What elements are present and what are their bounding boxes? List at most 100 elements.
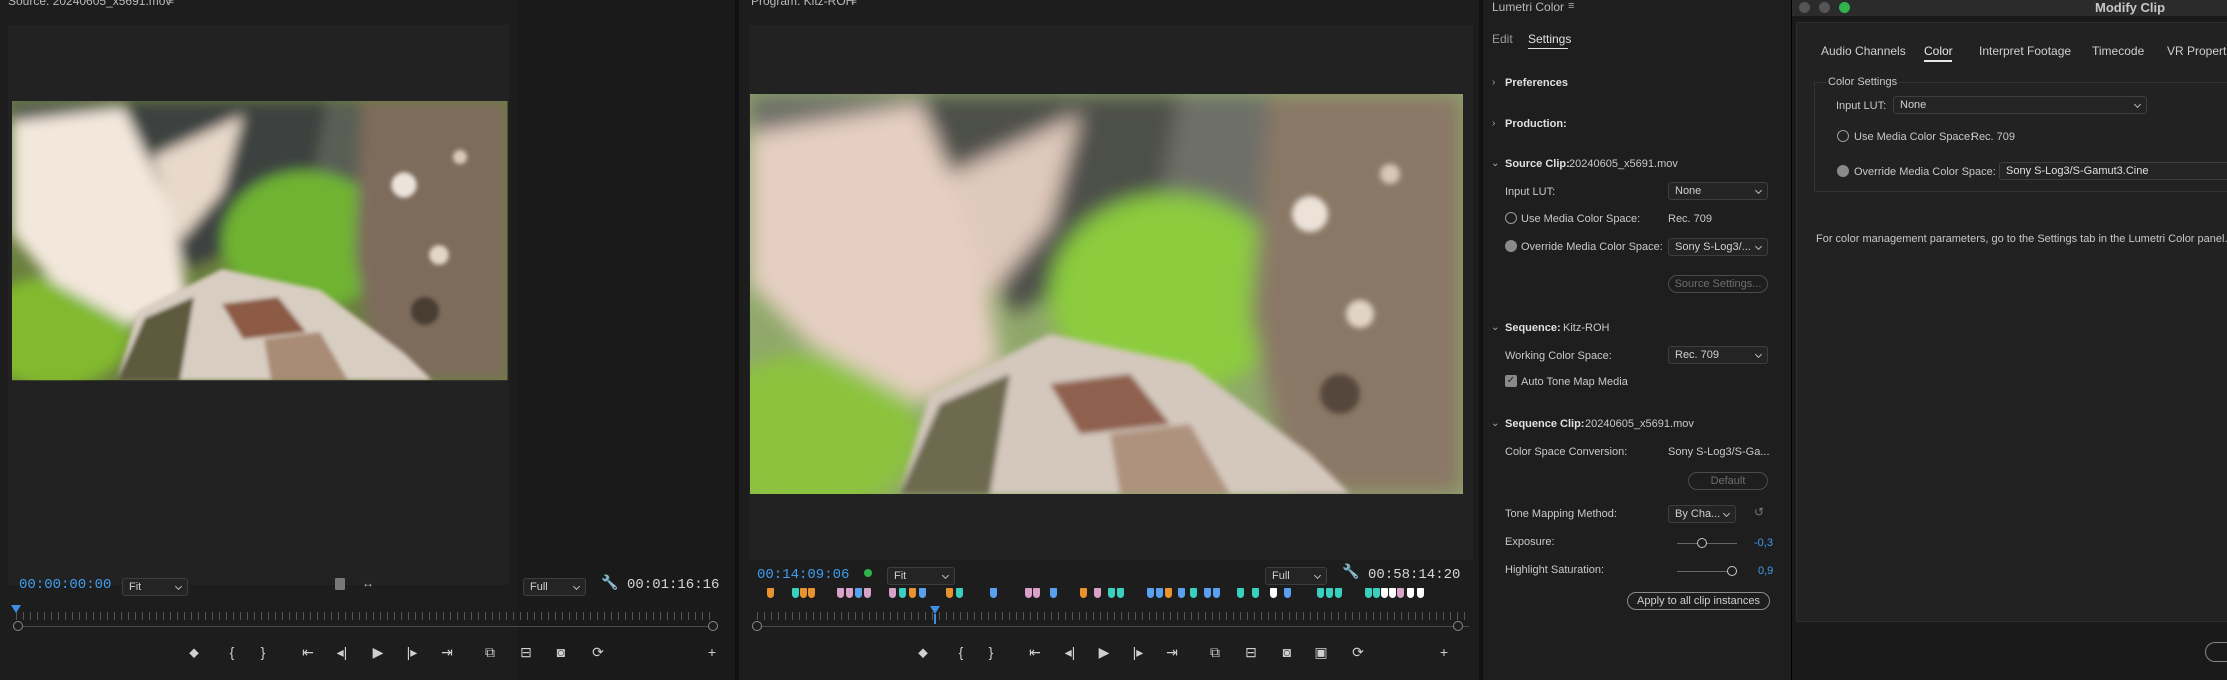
mc-override-cs-radio[interactable] (1837, 165, 1849, 177)
marker[interactable] (1213, 588, 1220, 598)
insert-icon[interactable]: ⧉ (481, 645, 499, 659)
marker[interactable] (919, 588, 926, 598)
play-icon[interactable]: ▶ (1095, 645, 1113, 659)
marker[interactable] (1050, 588, 1057, 598)
marker[interactable] (1033, 588, 1040, 598)
program-video-frame[interactable] (750, 94, 1463, 494)
program-monitor-title[interactable]: Program: Kitz-ROH (751, 0, 854, 8)
mark-out-icon[interactable]: } (254, 645, 272, 659)
play-icon[interactable]: ▶ (369, 645, 387, 659)
section-sequence[interactable]: Sequence: (1505, 322, 1561, 334)
go-to-out-icon[interactable]: ⇥ (438, 645, 456, 659)
export-frame-icon[interactable]: ◙ (552, 645, 570, 659)
marker[interactable] (1284, 588, 1291, 598)
section-preferences[interactable]: Preferences (1505, 77, 1568, 89)
source-zoom-select[interactable]: Fit (122, 578, 188, 596)
chevron-down-icon[interactable]: ⌄ (1491, 322, 1499, 333)
section-source-clip[interactable]: Source Clip: (1505, 158, 1570, 170)
tab-color[interactable]: Color (1924, 44, 1953, 58)
marker[interactable] (800, 588, 807, 598)
marker[interactable] (1117, 588, 1124, 598)
apply-all-button[interactable]: Apply to all clip instances (1627, 592, 1770, 610)
highlight-sat-slider-thumb[interactable] (1727, 566, 1737, 576)
panel-menu-icon[interactable]: ≡ (1568, 0, 1574, 12)
marker[interactable] (1165, 588, 1172, 598)
source-scroll-right-handle[interactable] (708, 621, 718, 631)
marker[interactable] (1237, 588, 1244, 598)
override-cs-select[interactable]: Sony S-Log3/... (1668, 238, 1768, 256)
highlight-sat-value[interactable]: 0,9 (1758, 565, 1773, 577)
marker[interactable] (1025, 588, 1032, 598)
add-marker-icon[interactable]: ⬥ (914, 645, 932, 659)
auto-tone-map-checkbox[interactable]: ✓ (1505, 375, 1517, 387)
program-scroll-right-handle[interactable] (1453, 621, 1463, 631)
source-video-frame[interactable] (12, 101, 508, 381)
zoom-window-icon[interactable] (1839, 2, 1850, 13)
exposure-value[interactable]: -0,3 (1754, 537, 1773, 549)
source-settings-button[interactable]: Source Settings... (1668, 275, 1768, 293)
minimize-window-icon[interactable] (1819, 2, 1830, 13)
tone-mapping-select[interactable]: By Cha... (1668, 505, 1736, 523)
close-window-icon[interactable] (1799, 2, 1810, 13)
program-time-ruler[interactable] (757, 612, 1467, 620)
marker[interactable] (1108, 588, 1115, 598)
step-back-icon[interactable]: ◂| (333, 645, 351, 659)
marker[interactable] (1156, 588, 1163, 598)
default-button[interactable]: Default (1688, 472, 1768, 490)
source-playhead[interactable] (11, 605, 21, 613)
step-forward-icon[interactable]: |▸ (403, 645, 421, 659)
marker[interactable] (1094, 588, 1101, 598)
mc-input-lut-select[interactable]: None (1893, 96, 2147, 114)
section-production[interactable]: Production: (1505, 118, 1567, 130)
loop-icon[interactable]: ⟳ (589, 645, 607, 659)
lift-icon[interactable]: ⧉ (1206, 645, 1224, 659)
insert-overlay-icon[interactable] (335, 578, 345, 590)
marker[interactable] (909, 588, 916, 598)
add-marker-icon[interactable]: ⬥ (185, 645, 203, 659)
source-monitor-title[interactable]: Source: 20240605_x5691.mov (8, 0, 171, 8)
marker[interactable] (1335, 588, 1342, 598)
tab-audio-channels[interactable]: Audio Channels (1821, 44, 1906, 58)
step-back-icon[interactable]: ◂| (1061, 645, 1079, 659)
marker[interactable] (846, 588, 853, 598)
lumetri-title[interactable]: Lumetri Color (1492, 0, 1564, 14)
marker[interactable] (837, 588, 844, 598)
marker[interactable] (990, 588, 997, 598)
marker[interactable] (1417, 588, 1424, 598)
extract-icon[interactable]: ⊟ (1242, 645, 1260, 659)
input-lut-select[interactable]: None (1668, 182, 1768, 200)
marker[interactable] (1389, 588, 1396, 598)
program-playhead[interactable] (929, 606, 940, 614)
marker[interactable] (1178, 588, 1185, 598)
marker[interactable] (1080, 588, 1087, 598)
marker[interactable] (1252, 588, 1259, 598)
marker[interactable] (1190, 588, 1197, 598)
ok-button[interactable] (2205, 642, 2227, 662)
marker[interactable] (956, 588, 963, 598)
chevron-right-icon[interactable]: › (1492, 118, 1495, 129)
marker[interactable] (1204, 588, 1211, 598)
source-timecode[interactable]: 00:00:00:00 (19, 577, 111, 593)
tab-timecode[interactable]: Timecode (2092, 44, 2144, 58)
tab-settings[interactable]: Settings (1528, 32, 1571, 46)
marker[interactable] (1397, 588, 1404, 598)
source-scroll-left-handle[interactable] (13, 621, 23, 631)
marker[interactable] (1317, 588, 1324, 598)
drag-audio-video-icon[interactable]: ↔ (362, 576, 374, 590)
tab-vr-properties[interactable]: VR Properties (2167, 44, 2227, 58)
program-resolution-select[interactable]: Full (1265, 567, 1327, 585)
working-cs-select[interactable]: Rec. 709 (1668, 346, 1768, 364)
marker[interactable] (855, 588, 862, 598)
reset-icon[interactable]: ↺ (1754, 505, 1764, 519)
mark-in-icon[interactable]: { (223, 645, 241, 659)
chevron-right-icon[interactable]: › (1492, 77, 1495, 88)
program-timecode[interactable]: 00:14:09:06 (757, 567, 849, 583)
mc-override-cs-select[interactable]: Sony S-Log3/S-Gamut3.Cine (1999, 162, 2227, 180)
source-time-ruler[interactable] (16, 612, 712, 620)
program-scroll-left-handle[interactable] (752, 621, 762, 631)
loop-icon[interactable]: ⟳ (1349, 645, 1367, 659)
mark-out-icon[interactable]: } (982, 645, 1000, 659)
marker[interactable] (1270, 588, 1277, 598)
marker[interactable] (1381, 588, 1388, 598)
program-zoom-select[interactable]: Fit (887, 567, 955, 585)
